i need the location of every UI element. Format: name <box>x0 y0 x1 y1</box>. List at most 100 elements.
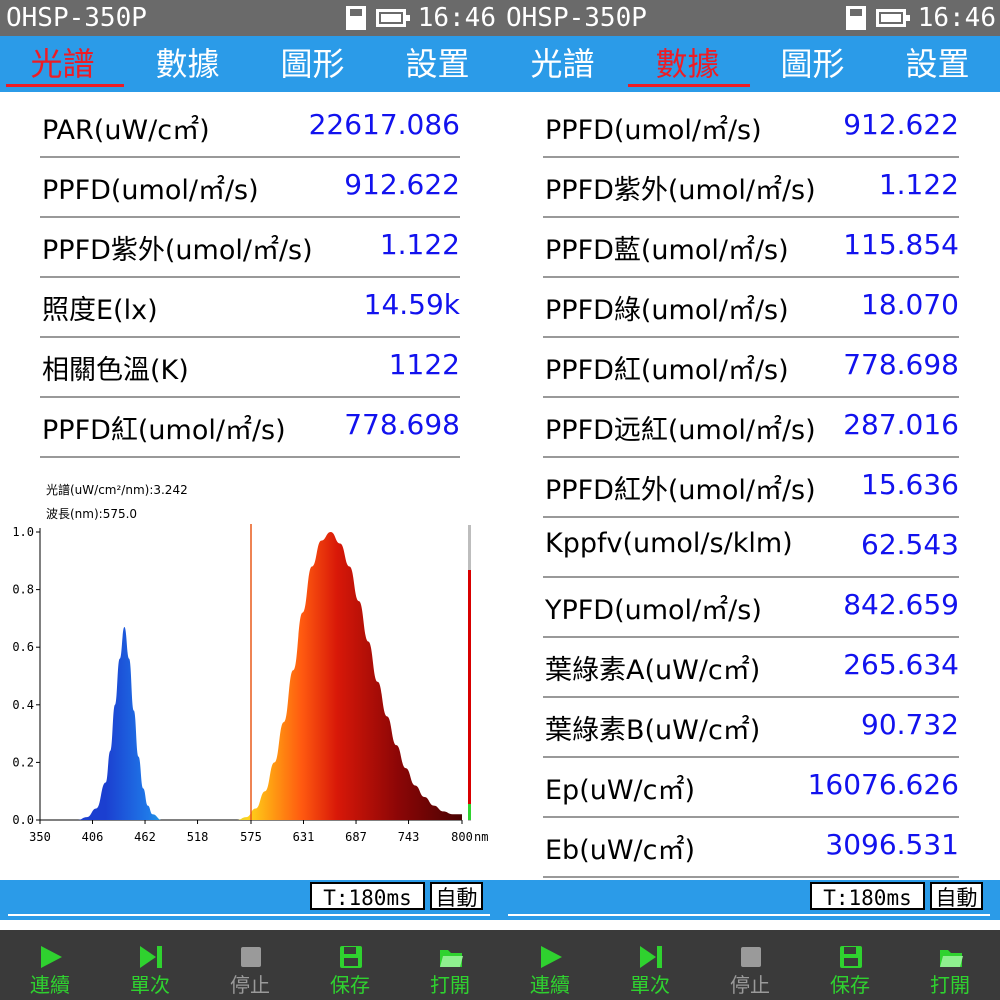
integration-time-field[interactable]: T:180ms <box>810 882 925 910</box>
level-indicator-red <box>468 570 471 804</box>
tab-data[interactable]: 數據 <box>125 42 250 86</box>
x-axis-unit: nm <box>474 830 488 844</box>
battery-icon <box>876 9 910 27</box>
y-tick-label: 0.0 <box>12 813 34 827</box>
x-tick-label: 800 <box>451 830 473 844</box>
mode-auto-button[interactable]: 自動 <box>430 882 483 910</box>
save-button[interactable]: 保存 <box>800 930 900 1000</box>
data-panel: OHSP-350P 16:46 光譜 數據 圖形 設置 PPFD(umol/㎡/… <box>500 0 1000 1000</box>
folder-open-icon <box>440 950 463 967</box>
single-button[interactable]: 單次 <box>100 930 200 1000</box>
continuous-button[interactable]: 連續 <box>0 930 100 1000</box>
folder-open-icon <box>940 950 963 967</box>
open-label: 打開 <box>430 973 470 997</box>
continuous-label: 連續 <box>30 973 70 997</box>
single-button[interactable]: 單次 <box>600 930 700 1000</box>
row-label: 照度E(lx) <box>42 295 158 326</box>
table-row: PPFD(umol/㎡/s) 912.622 <box>543 98 959 158</box>
row-value: 287.016 <box>843 408 959 441</box>
table-row: PPFD紫外(umol/㎡/s) 1.122 <box>543 158 959 218</box>
row-label: PPFD綠(umol/㎡/s) <box>545 295 789 326</box>
x-tick-labels: 350 406 462 518 575 631 687 743 800 <box>29 820 473 844</box>
save-label: 保存 <box>830 973 870 997</box>
tab-spectrum[interactable]: 光譜 <box>500 42 625 86</box>
row-value: 912.622 <box>843 108 959 141</box>
step-forward-icon <box>140 946 162 968</box>
tab-data[interactable]: 數據 <box>625 42 750 86</box>
spectrum-area <box>77 532 462 820</box>
y-tick-label: 1.0 <box>12 525 34 539</box>
table-row: PPFD藍(umol/㎡/s) 115.854 <box>543 218 959 278</box>
cursor-readout-spectrum: 光譜(uW/cm²/nm):3.242 <box>46 482 188 497</box>
row-label: YPFD(umol/㎡/s) <box>545 595 762 626</box>
single-label: 單次 <box>130 973 170 997</box>
spectrum-panel: OHSP-350P 16:46 光譜 數據 圖形 設置 PAR(uW/c㎡) 22… <box>0 0 500 1000</box>
row-value: 18.070 <box>861 288 959 321</box>
row-label: PPFD紅外(umol/㎡/s) <box>545 475 816 506</box>
single-label: 單次 <box>630 973 670 997</box>
battery-icon <box>376 9 410 27</box>
sd-card-icon <box>346 6 366 30</box>
y-tick-label: 0.2 <box>12 755 34 769</box>
row-value: 1.122 <box>379 228 460 261</box>
status-bar <box>0 880 500 920</box>
table-row: PPFD(umol/㎡/s) 912.622 <box>40 158 460 218</box>
table-row: PPFD紅(umol/㎡/s) 778.698 <box>543 338 959 398</box>
stop-icon <box>741 947 761 967</box>
tab-settings[interactable]: 設置 <box>875 42 1000 86</box>
row-value: 778.698 <box>344 408 460 441</box>
table-row: PAR(uW/c㎡) 22617.086 <box>40 98 460 158</box>
row-value: 1.122 <box>878 168 959 201</box>
continuous-button[interactable]: 連續 <box>500 930 600 1000</box>
y-tick-label: 0.6 <box>12 640 34 654</box>
stop-button[interactable]: 停止 <box>700 930 800 1000</box>
title-bar: OHSP-350P 16:46 <box>0 0 500 36</box>
spectrum-chart[interactable]: 光譜(uW/cm²/nm):3.242 波長(nm):575.0 350 406 4… <box>0 470 500 850</box>
bottom-toolbar: 連續 單次 停止 保存 打開 <box>0 930 500 1000</box>
tab-spectrum[interactable]: 光譜 <box>0 42 125 86</box>
x-tick-label: 406 <box>82 830 104 844</box>
table-row: Kppfv(umol/s/klm) 62.543 <box>543 518 959 578</box>
stop-label: 停止 <box>730 973 770 997</box>
y-tick-label: 0.8 <box>12 583 34 597</box>
row-label: PPFD紫外(umol/㎡/s) <box>545 175 816 206</box>
play-icon <box>541 946 562 968</box>
row-value: 16076.626 <box>807 768 959 801</box>
row-label: PPFD紅(umol/㎡/s) <box>42 415 286 446</box>
active-tab-indicator <box>6 84 124 87</box>
row-value: 14.59k <box>363 288 460 321</box>
tab-bar: 光譜 數據 圖形 設置 <box>500 36 1000 92</box>
tab-graph[interactable]: 圖形 <box>250 42 375 86</box>
open-button[interactable]: 打開 <box>900 930 1000 1000</box>
table-row: 照度E(lx) 14.59k <box>40 278 460 338</box>
table-row: Ep(uW/c㎡) 16076.626 <box>543 758 959 818</box>
table-row: 葉綠素A(uW/c㎡) 265.634 <box>543 638 959 698</box>
sd-card-icon <box>846 6 866 30</box>
x-tick-label: 518 <box>187 830 209 844</box>
x-tick-label: 743 <box>398 830 420 844</box>
tab-graph[interactable]: 圖形 <box>750 42 875 86</box>
continuous-label: 連續 <box>530 973 570 997</box>
save-button[interactable]: 保存 <box>300 930 400 1000</box>
open-label: 打開 <box>930 973 970 997</box>
tab-settings[interactable]: 設置 <box>375 42 500 86</box>
table-row: PPFD紫外(umol/㎡/s) 1.122 <box>40 218 460 278</box>
row-value: 3096.531 <box>825 828 959 861</box>
row-label: PPFD紫外(umol/㎡/s) <box>42 235 313 266</box>
clock: 16:46 <box>917 3 996 33</box>
open-button[interactable]: 打開 <box>400 930 500 1000</box>
y-tick-label: 0.4 <box>12 698 34 712</box>
row-label: PPFD紅(umol/㎡/s) <box>545 355 789 386</box>
table-row: YPFD(umol/㎡/s) 842.659 <box>543 578 959 638</box>
integration-time-field[interactable]: T:180ms <box>310 882 425 910</box>
step-forward-icon <box>640 946 662 968</box>
mode-auto-button[interactable]: 自動 <box>930 882 983 910</box>
row-label: PPFD藍(umol/㎡/s) <box>545 235 789 266</box>
stop-button[interactable]: 停止 <box>200 930 300 1000</box>
cursor-readout-wavelength: 波長(nm):575.0 <box>46 507 137 521</box>
floppy-disk-icon <box>340 946 362 968</box>
table-row: Eb(uW/c㎡) 3096.531 <box>543 818 959 878</box>
active-tab-indicator <box>628 84 750 87</box>
row-label: Ep(uW/c㎡) <box>545 775 696 806</box>
save-label: 保存 <box>330 973 370 997</box>
